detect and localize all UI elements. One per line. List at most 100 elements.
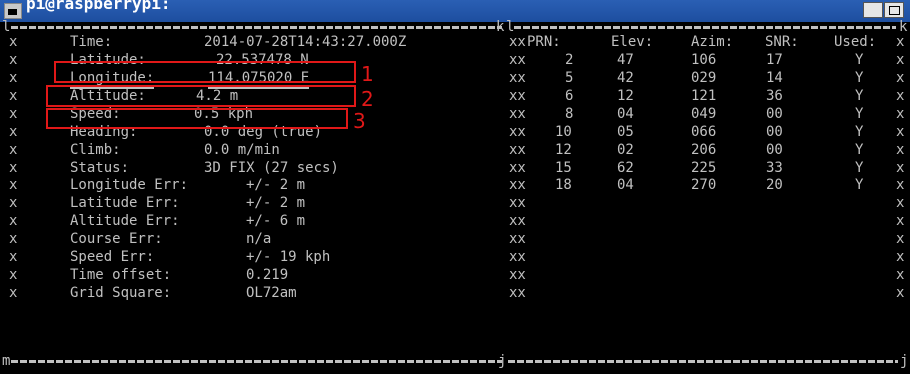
pane-divider: xx xyxy=(509,52,526,68)
border-side-right: x xyxy=(896,52,905,68)
sat-azim: 121 xyxy=(691,88,717,104)
pane-divider: xx xyxy=(509,213,526,229)
pane-divider: xx xyxy=(509,124,526,140)
sat-elev: 47 xyxy=(617,52,634,68)
border-side-right: x xyxy=(896,195,905,211)
maximize-button[interactable] xyxy=(884,2,904,18)
border-side-left: x xyxy=(9,52,18,68)
pane-divider: xx xyxy=(509,160,526,176)
gps-field-label: Altitude Err: xyxy=(70,213,180,229)
left-pane-corner-top-right: k xyxy=(496,19,505,35)
gps-field-value: 3D FIX (27 secs) xyxy=(204,160,339,176)
sat-azim: 049 xyxy=(691,106,717,122)
sat-snr: 00 xyxy=(766,106,783,122)
annotation-label-1: 1 xyxy=(361,62,374,86)
sat-used: Y xyxy=(855,160,864,176)
gps-field-value: 0.219 xyxy=(246,267,289,283)
border-side-right: x xyxy=(896,231,905,247)
sat-elev: 04 xyxy=(617,106,634,122)
sat-azim: 206 xyxy=(691,142,717,158)
sat-used: Y xyxy=(855,106,864,122)
border-corner-bottom-left: m xyxy=(2,353,11,369)
left-pane-corner-bottom-right: j xyxy=(498,353,507,369)
longitude-highlight-box xyxy=(46,85,356,107)
terminal-console: l k l k m j j x Time: 2014-07-28T14:43:27.… xyxy=(0,19,910,374)
right-pane-top-border xyxy=(514,26,896,29)
gps-field-value: n/a xyxy=(246,231,272,247)
sat-snr: 36 xyxy=(766,88,783,104)
latitude-highlight-box xyxy=(54,61,356,83)
altitude-highlight-box xyxy=(46,108,348,129)
border-side-left: x xyxy=(9,106,18,122)
sat-snr: 20 xyxy=(766,177,783,193)
window-titlebar: pi@raspberrypi: xyxy=(0,0,910,22)
sat-snr: 33 xyxy=(766,160,783,176)
border-side-right: x xyxy=(896,177,905,193)
right-pane-bottom-border xyxy=(508,360,898,363)
border-side-left: x xyxy=(9,231,18,247)
border-side-right: x xyxy=(896,106,905,122)
gps-field-label: Grid Square: xyxy=(70,285,172,301)
pane-divider: xx xyxy=(509,106,526,122)
sat-elev: 62 xyxy=(617,160,634,176)
sat-prn: 6 xyxy=(565,88,574,104)
gps-field-value: +/- 19 kph xyxy=(246,249,331,265)
border-side-left: x xyxy=(9,285,18,301)
sat-prn: 18 xyxy=(555,177,572,193)
left-pane-top-border xyxy=(11,26,502,29)
border-side-left: x xyxy=(9,88,18,104)
sat-prn: 5 xyxy=(565,70,574,86)
sat-used: Y xyxy=(855,177,864,193)
sat-snr: 00 xyxy=(766,142,783,158)
border-side-left: x xyxy=(9,70,18,86)
sat-azim: 029 xyxy=(691,70,717,86)
sat-snr: 14 xyxy=(766,70,783,86)
sat-header-snr: SNR: xyxy=(765,34,799,50)
border-side-left: x xyxy=(9,267,18,283)
sat-azim: 270 xyxy=(691,177,717,193)
gps-field-label: Speed Err: xyxy=(70,249,155,265)
left-pane-bottom-border xyxy=(11,360,502,363)
border-side-right: x xyxy=(896,249,905,265)
sat-elev: 05 xyxy=(617,124,634,140)
gps-field-label: Latitude Err: xyxy=(70,195,180,211)
pane-divider: xx xyxy=(509,70,526,86)
sat-prn: 12 xyxy=(555,142,572,158)
sat-header-azim: Azim: xyxy=(691,34,734,50)
sat-snr: 00 xyxy=(766,124,783,140)
sat-elev: 02 xyxy=(617,142,634,158)
sat-azim: 106 xyxy=(691,52,717,68)
sat-elev: 42 xyxy=(617,70,634,86)
border-side-right: x xyxy=(896,124,905,140)
gps-field-label: Climb: xyxy=(70,142,121,158)
sat-used: Y xyxy=(855,52,864,68)
sat-prn: 8 xyxy=(565,106,574,122)
gps-field-label: Time: xyxy=(70,34,113,50)
border-side-left: x xyxy=(9,177,18,193)
pane-divider: xx xyxy=(509,177,526,193)
minimize-button[interactable] xyxy=(863,2,883,18)
sat-prn: 2 xyxy=(565,52,574,68)
sat-snr: 17 xyxy=(766,52,783,68)
pane-divider: xx xyxy=(509,195,526,211)
sat-used: Y xyxy=(855,88,864,104)
pane-divider: xx xyxy=(509,88,526,104)
pane-divider: xx xyxy=(509,267,526,283)
border-side-left: x xyxy=(9,160,18,176)
gps-field-label: Course Err: xyxy=(70,231,163,247)
sat-azim: 225 xyxy=(691,160,717,176)
border-side-right: x xyxy=(896,213,905,229)
pane-divider: xx xyxy=(509,142,526,158)
border-side-left: x xyxy=(9,213,18,229)
sat-prn: 15 xyxy=(555,160,572,176)
window-title: pi@raspberrypi: xyxy=(26,0,171,13)
gps-field-value: +/- 2 m xyxy=(246,177,306,193)
sat-used: Y xyxy=(855,124,864,140)
sat-elev: 12 xyxy=(617,88,634,104)
pane-divider: xx xyxy=(509,231,526,247)
pane-divider: xx xyxy=(509,249,526,265)
sat-header-used: Used: xyxy=(834,34,877,50)
gps-field-value: +/- 2 m xyxy=(246,195,306,211)
terminal-icon xyxy=(4,3,22,19)
border-side-right: x xyxy=(896,142,905,158)
